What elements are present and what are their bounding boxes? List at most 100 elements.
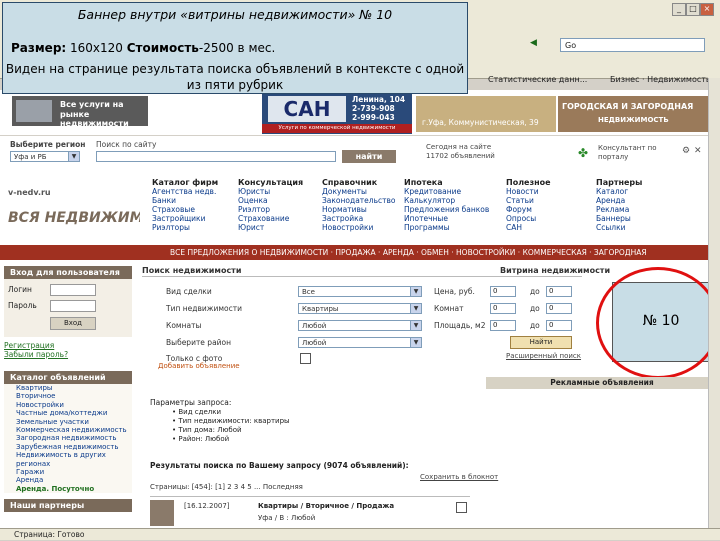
site-search-input[interactable] [96, 151, 336, 162]
catalog-item[interactable]: Частные дома/коттеджи [16, 409, 132, 417]
result-thumbnail[interactable] [150, 500, 174, 526]
price-from-input[interactable]: 0 [490, 286, 516, 297]
banner-san[interactable]: САН Ленина, 104 2-739-908 2-999-043 Услу… [262, 92, 412, 134]
scrollbar[interactable] [708, 78, 720, 528]
nav-item[interactable]: Реклама [596, 205, 642, 214]
region-select[interactable]: Уфа и РБ ▼ [10, 151, 80, 162]
nav-item[interactable]: Законодательство [322, 196, 396, 205]
nav-item[interactable]: Предложения банков [404, 205, 489, 214]
login-input[interactable] [50, 284, 96, 296]
area-from-input[interactable]: 0 [490, 320, 516, 331]
status-bar: Страница: Готово [0, 528, 720, 540]
rooms-to-input[interactable]: 0 [546, 303, 572, 314]
register-link[interactable]: Регистрация [4, 341, 132, 350]
login-button[interactable]: Вход [50, 317, 96, 330]
nav-item[interactable]: Оценка [238, 196, 303, 205]
rooms-from-input[interactable]: 0 [490, 303, 516, 314]
banner-gorodskaya[interactable]: ГОРОДСКАЯ И ЗАГОРОДНАЯ НЕДВИЖИМОСТЬ [558, 96, 708, 132]
catalog-item[interactable]: Земельные участки [16, 418, 132, 426]
category-strip[interactable]: ВСЕ ПРЕДЛОЖЕНИЯ О НЕДВИЖИМОСТИ · ПРОДАЖА… [0, 245, 720, 260]
nav-item[interactable]: Новости [506, 187, 551, 196]
nav-item[interactable]: САН [506, 223, 551, 232]
catalog-item[interactable]: Квартиры [16, 384, 132, 392]
maximize-icon[interactable]: □ [686, 3, 700, 16]
nav-item[interactable]: Страховые [152, 205, 218, 214]
district-select[interactable]: Любой ▼ [298, 337, 422, 348]
catalog-item[interactable]: Новостройки [16, 401, 132, 409]
nav-item[interactable]: Документы [322, 187, 396, 196]
catalog-item[interactable]: Загородная недвижимость [16, 434, 132, 442]
address-bar[interactable]: Go [560, 38, 705, 52]
area-to-input[interactable]: 0 [546, 320, 572, 331]
nav-item[interactable]: Страхование [238, 214, 303, 223]
link-stats[interactable]: Статистические данн... [488, 75, 587, 84]
nav-item[interactable]: Ссылки [596, 223, 642, 232]
save-link[interactable]: Сохранить в блокнот [420, 473, 498, 481]
close-icon[interactable]: × [700, 3, 714, 16]
ads-title: Рекламные объявления [486, 377, 712, 389]
nav-item[interactable]: Программы [404, 223, 489, 232]
nav-item[interactable]: Банки [152, 196, 218, 205]
nav-item[interactable]: Опросы [506, 214, 551, 223]
nav-item[interactable]: Новостройки [322, 223, 396, 232]
catalog-item[interactable]: Вторичное [16, 392, 132, 400]
pagination[interactable]: Страницы: [454]: [1] 2 3 4 5 ... Последн… [150, 483, 303, 491]
nav-heading[interactable]: Партнеры [596, 178, 642, 187]
deal-type-select[interactable]: Все ▼ [298, 286, 422, 297]
find-button[interactable]: найти [342, 150, 396, 163]
forgot-link[interactable]: Забыли пароль? [4, 350, 132, 359]
nav-heading[interactable]: Справочник [322, 178, 396, 187]
price-to-input[interactable]: 0 [546, 286, 572, 297]
nav-heading[interactable]: Ипотека [404, 178, 489, 187]
nav-item[interactable]: Нормативы [322, 205, 396, 214]
nav-item[interactable]: Баннеры [596, 214, 642, 223]
catalog-item[interactable]: Аренда [16, 476, 132, 484]
nav-item[interactable]: Статьи [506, 196, 551, 205]
nav-item[interactable]: Кредитование [404, 187, 489, 196]
catalog-item[interactable]: Коммерческая недвижимость [16, 426, 132, 434]
nav-item[interactable]: Каталог [596, 187, 642, 196]
nav-item[interactable]: Риэлторы [152, 223, 218, 232]
search-button[interactable]: Найти [510, 336, 572, 349]
nav-item[interactable]: Агентства недв. [152, 187, 218, 196]
banner-kommunisticheskaya[interactable]: г.Уфа, Коммунистическая, 39 [416, 96, 556, 132]
nav-item[interactable]: Застройка [322, 214, 396, 223]
link-business[interactable]: Бизнес · Недвижимость [610, 75, 711, 84]
nav-heading[interactable]: Консультация [238, 178, 303, 187]
catalog-title: Каталог объявлений [4, 371, 132, 384]
catalog-item-bold[interactable]: Аренда. Посуточно [16, 485, 132, 493]
nav-item[interactable]: Юристы [238, 187, 303, 196]
gear-icon[interactable]: ⚙ [682, 146, 690, 156]
chevron-down-icon: ▼ [410, 304, 421, 313]
go-back-icon[interactable]: ◀ [530, 38, 554, 52]
nav-item[interactable]: Юрист [238, 223, 303, 232]
catalog-item[interactable]: Гаражи [16, 468, 132, 476]
photo-checkbox[interactable] [300, 353, 311, 364]
rooms-select[interactable]: Любой ▼ [298, 320, 422, 331]
nav-item[interactable]: Аренда [596, 196, 642, 205]
nav-item[interactable]: Ипотечные [404, 214, 489, 223]
catalog-item[interactable]: Недвижимость в других регионах [16, 451, 132, 468]
banner-services[interactable]: Все услуги на рынке недвижимости [12, 96, 148, 128]
district-value: Любой [302, 339, 327, 347]
nav-item[interactable]: Форум [506, 205, 551, 214]
result-title[interactable]: Квартиры / Вторичное / Продажа [258, 502, 394, 510]
consultant-label[interactable]: Консультант по порталу [598, 144, 658, 162]
category-select[interactable]: Квартиры ▼ [298, 303, 422, 314]
site-logo[interactable]: ВСЯ НЕДВИЖИМОСТЬ [8, 206, 140, 230]
nav-heading[interactable]: Полезное [506, 178, 551, 187]
password-input[interactable] [50, 300, 96, 312]
region-label: Выберите регион [10, 140, 86, 149]
catalog-item[interactable]: Зарубежная недвижимость [16, 443, 132, 451]
close-icon[interactable]: ✕ [694, 146, 702, 156]
add-ad-link[interactable]: Добавить объявление [158, 362, 240, 370]
extended-search-link[interactable]: Расширенный поиск [506, 352, 581, 360]
nav-item[interactable]: Калькулятор [404, 196, 489, 205]
result-checkbox[interactable] [456, 502, 467, 513]
nav-mortgage: Ипотека Кредитование Калькулятор Предложен… [404, 178, 489, 232]
nav-item[interactable]: Риэлтор [238, 205, 303, 214]
nav-heading[interactable]: Каталог фирм [152, 178, 218, 187]
minimize-icon[interactable]: _ [672, 3, 686, 16]
divider [150, 496, 470, 497]
nav-item[interactable]: Застройщики [152, 214, 218, 223]
